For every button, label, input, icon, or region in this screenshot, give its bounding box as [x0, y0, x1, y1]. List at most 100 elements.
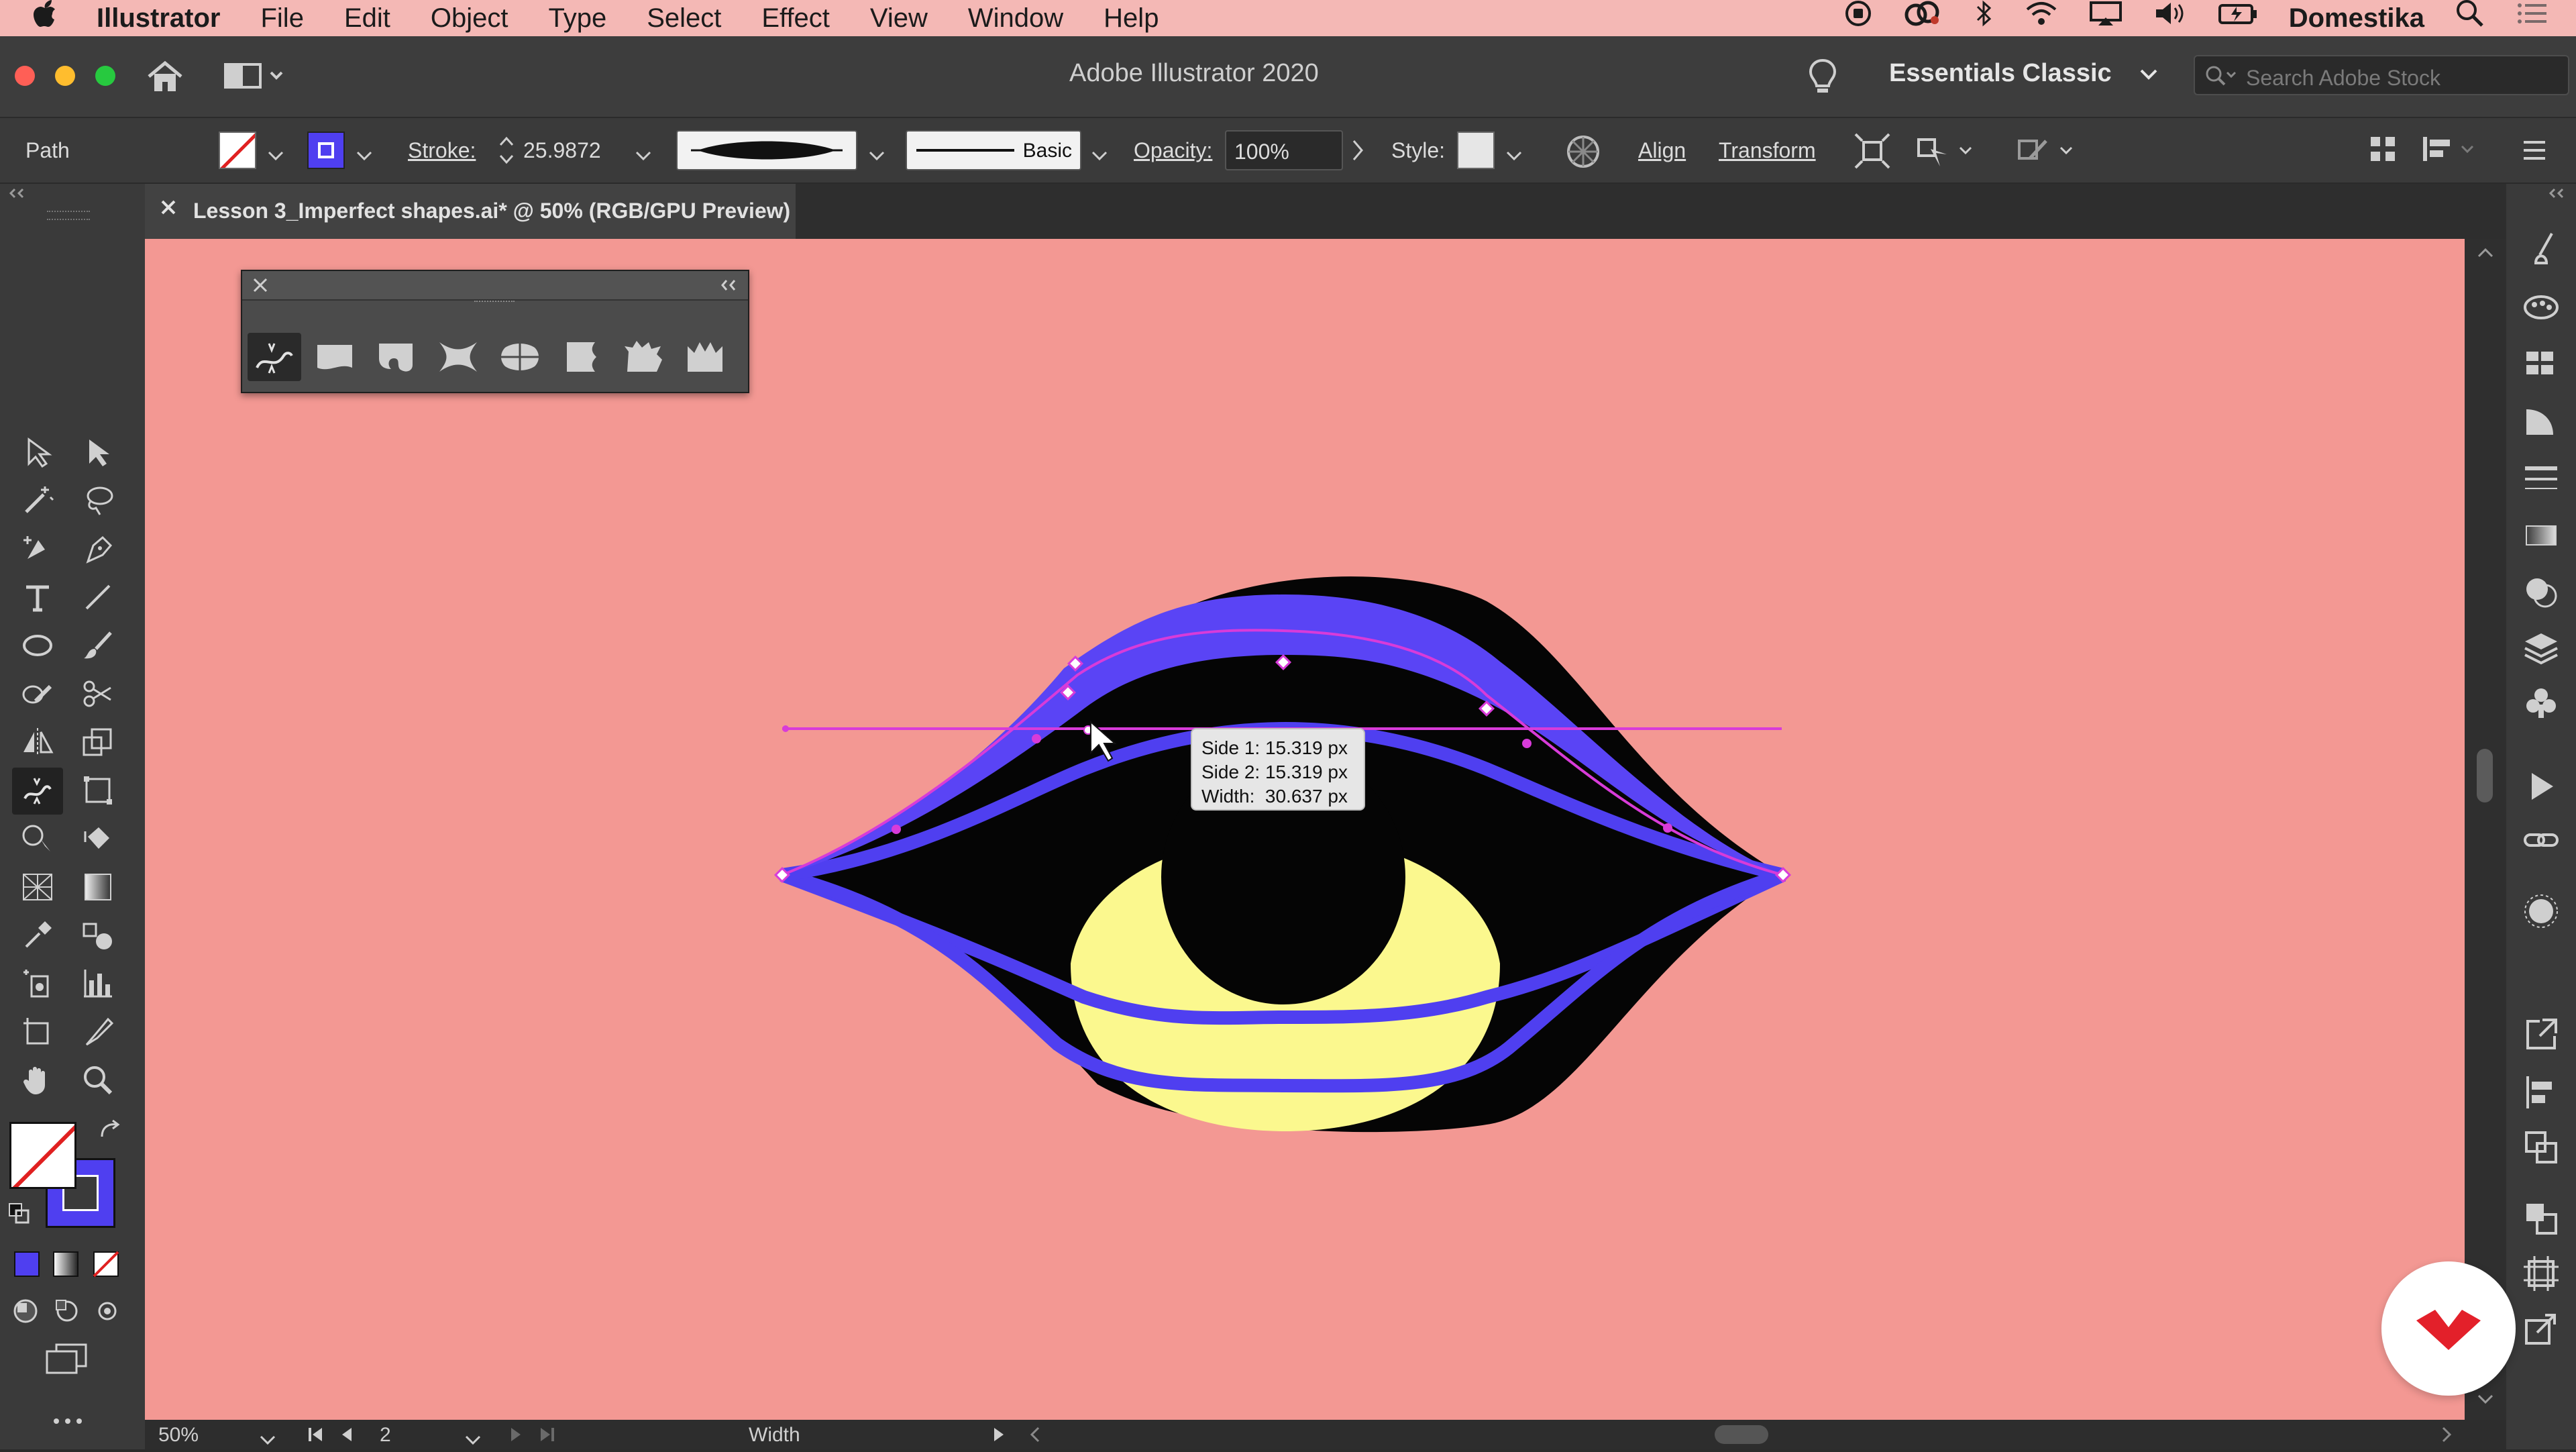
document-layout-icon[interactable] — [2368, 134, 2398, 169]
menu-edit[interactable]: Edit — [344, 0, 390, 36]
spotlight-search-icon[interactable] — [2455, 0, 2485, 38]
swap-fill-stroke-icon[interactable] — [98, 1119, 121, 1145]
vertical-scrollbar[interactable] — [2465, 239, 2506, 1420]
recolor-artwork-icon[interactable] — [1566, 134, 1601, 174]
zoom-window-button[interactable] — [95, 66, 115, 86]
collapse-panel-icon[interactable] — [718, 278, 739, 296]
perspective-grid-tool-icon[interactable] — [16, 866, 59, 909]
swatches-panel-icon[interactable] — [2522, 345, 2560, 386]
draw-behind-icon[interactable] — [54, 1298, 80, 1328]
zoom-tool-icon[interactable] — [76, 1059, 119, 1102]
align-link[interactable]: Align — [1638, 138, 1686, 163]
scale-tool-icon[interactable] — [76, 721, 119, 764]
chevron-down-icon[interactable] — [1505, 144, 1523, 168]
curvature-pen-tool-icon[interactable] — [16, 527, 59, 570]
minimize-window-button[interactable] — [55, 66, 75, 86]
scissors-tool-icon[interactable] — [76, 672, 119, 715]
symbols-panel-icon[interactable] — [2522, 684, 2560, 725]
chevron-down-icon[interactable] — [464, 1429, 482, 1452]
brush-definition-dropdown[interactable]: Basic — [906, 130, 1081, 170]
previous-artboard-icon[interactable] — [339, 1425, 356, 1449]
gradient-tool-icon[interactable] — [76, 866, 119, 909]
bloat-tool-icon[interactable] — [498, 338, 541, 379]
scroll-right-icon[interactable] — [2439, 1425, 2454, 1449]
stroke-panel-icon[interactable] — [2522, 460, 2560, 501]
start-global-edit-icon[interactable] — [2017, 133, 2077, 174]
gradient-panel-icon[interactable] — [2522, 517, 2560, 558]
close-icon[interactable] — [252, 276, 269, 297]
last-artboard-icon[interactable] — [537, 1425, 557, 1449]
draw-inside-icon[interactable] — [94, 1298, 121, 1328]
default-fill-stroke-icon[interactable] — [8, 1202, 31, 1229]
current-tool-display[interactable]: Width — [749, 1424, 1138, 1447]
airplay-icon[interactable] — [2089, 0, 2123, 36]
chevron-down-icon[interactable] — [356, 144, 373, 168]
stroke-label[interactable]: Stroke: — [408, 138, 476, 163]
artboards-panel-icon[interactable] — [2522, 1255, 2560, 1296]
next-artboard-icon[interactable] — [507, 1425, 523, 1449]
live-paint-bucket-tool-icon[interactable] — [76, 817, 119, 860]
scroll-left-icon[interactable] — [1028, 1425, 1042, 1449]
stroke-swatch[interactable] — [307, 132, 345, 169]
collapse-dock-icon[interactable] — [2546, 187, 2567, 203]
fill-swatch-none[interactable] — [219, 132, 256, 169]
isolate-selected-object-icon[interactable] — [1854, 133, 1890, 174]
transform-panel-icon[interactable] — [2522, 1200, 2560, 1241]
direct-selection-tool-icon[interactable] — [76, 431, 119, 474]
gradient-mode-icon[interactable] — [51, 1249, 80, 1282]
menu-file[interactable]: File — [260, 0, 303, 36]
menu-object[interactable]: Object — [431, 0, 508, 36]
brushes-panel-icon[interactable] — [2522, 229, 2560, 270]
workspace-switcher[interactable]: Essentials Classic — [1889, 59, 2159, 88]
magic-wand-tool-icon[interactable] — [16, 479, 59, 522]
column-graph-tool-icon[interactable] — [76, 962, 119, 1005]
record-icon[interactable] — [1845, 0, 1872, 36]
chevron-down-icon[interactable] — [868, 144, 885, 168]
close-tab-icon[interactable] — [158, 197, 178, 223]
app-name-menu[interactable]: Illustrator — [97, 0, 220, 36]
align-options-icon[interactable] — [2420, 134, 2481, 169]
stock-search-field[interactable]: Search Adobe Stock — [2194, 55, 2569, 95]
width-tool-icon[interactable] — [12, 768, 63, 815]
links-panel-icon[interactable] — [2522, 821, 2560, 862]
transform-link[interactable]: Transform — [1719, 138, 1816, 163]
first-artboard-icon[interactable] — [306, 1425, 326, 1449]
panel-menu-icon[interactable] — [2521, 137, 2548, 169]
panel-titlebar[interactable] — [242, 271, 748, 302]
selection-tool-icon[interactable] — [16, 431, 59, 474]
wifi-icon[interactable] — [2025, 0, 2058, 36]
hand-tool-icon[interactable] — [16, 1059, 59, 1102]
pathfinder-panel-icon[interactable] — [2522, 1129, 2560, 1170]
line-segment-tool-icon[interactable] — [76, 576, 119, 619]
blend-tool-icon[interactable] — [76, 914, 119, 957]
ellipse-tool-icon[interactable] — [16, 624, 59, 667]
status-menu-icon[interactable] — [991, 1425, 1006, 1449]
scroll-up-icon[interactable] — [2477, 246, 2494, 262]
opacity-input[interactable]: 100% — [1225, 130, 1343, 170]
eyedropper-tool-icon[interactable] — [16, 914, 59, 957]
none-mode-icon[interactable] — [91, 1249, 121, 1282]
panel-grip[interactable] — [474, 301, 515, 307]
user-name[interactable]: Domestika — [2289, 0, 2424, 36]
stroke-stepper-icon[interactable] — [495, 130, 518, 176]
pen-tool-icon[interactable] — [76, 527, 119, 570]
symbol-sprayer-tool-icon[interactable] — [16, 962, 59, 1005]
document-tab[interactable]: Lesson 3_Imperfect shapes.ai* @ 50% (RGB… — [145, 184, 796, 239]
twirl-tool-icon[interactable] — [375, 338, 418, 379]
home-icon[interactable] — [146, 60, 184, 97]
pucker-tool-icon[interactable] — [437, 338, 480, 379]
creative-cloud-icon[interactable] — [1902, 0, 1943, 36]
apple-logo-icon[interactable] — [34, 0, 56, 36]
graphic-styles-panel-icon[interactable] — [2522, 403, 2560, 444]
volume-icon[interactable] — [2153, 0, 2187, 36]
chevron-down-icon[interactable] — [259, 1429, 276, 1452]
screen-mode-icon[interactable] — [43, 1342, 90, 1379]
menu-effect[interactable]: Effect — [761, 0, 830, 36]
stroke-weight-input[interactable]: 25.9872 — [523, 130, 624, 170]
menu-view[interactable]: View — [870, 0, 928, 36]
opacity-label[interactable]: Opacity: — [1134, 138, 1212, 163]
color-mode-icon[interactable] — [12, 1249, 42, 1282]
close-window-button[interactable] — [15, 66, 35, 86]
align-panel-icon[interactable] — [2522, 1074, 2560, 1114]
toolbar-grip[interactable] — [47, 211, 90, 220]
